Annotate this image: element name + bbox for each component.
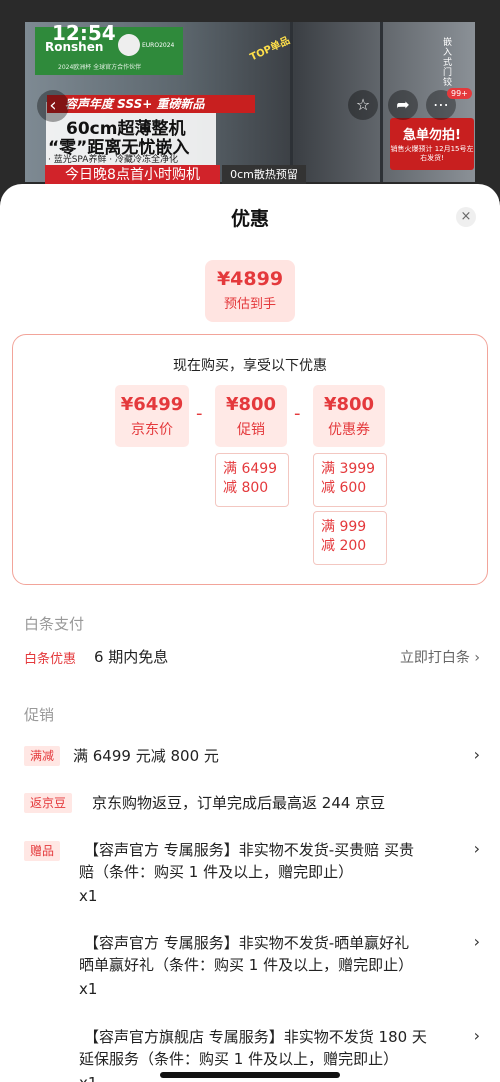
gift-line: 晒单赢好礼（条件：购买 1 件及以上，赠完即止）: [79, 956, 414, 974]
product-banner: 12:54 Ronshen EURO2024 2024欧洲杯 全球官方合作伙伴 …: [0, 0, 500, 200]
reduce-text: 满 6499 元减 800 元: [73, 747, 219, 765]
gift-line: 延保服务（条件：购买 1 件及以上，赠完即止）: [79, 1050, 399, 1068]
close-button[interactable]: ×: [456, 207, 476, 227]
reduce-tag: 满减: [24, 746, 61, 766]
live-sale-bar: 今日晚8点首小时购机: [45, 165, 220, 185]
condition-discount: 减 600: [321, 480, 367, 496]
baitiao-section-title: 白条支付: [24, 615, 85, 633]
close-icon: ×: [460, 209, 472, 224]
gift-line: 【容声官方 专属服务】非实物不发货-买贵赔 买贵: [84, 841, 414, 859]
condition-discount: 减 200: [321, 538, 367, 554]
urgent-badge: 急单勿拍! 销售火爆预计 12月15号左右发货!: [390, 118, 474, 170]
baitiao-text: 6 期内免息: [94, 648, 169, 666]
gift-qty: x1: [79, 1074, 97, 1082]
jd-price-label: 京东价: [131, 422, 173, 438]
star-icon: ☆: [355, 95, 371, 114]
minus-sign: -: [294, 403, 301, 424]
estimated-price-box: ¥4899 预估到手: [205, 260, 295, 322]
share-icon: ➦: [396, 95, 410, 114]
gift-line: 赔（条件：购买 1 件及以上，赠完即止）: [79, 863, 354, 881]
promo-row-reduce[interactable]: 满减 满 6499 元减 800 元 ›: [24, 745, 480, 769]
coupon-box: ¥800 优惠券: [313, 385, 385, 447]
gift-row[interactable]: 【容声官方 专属服务】非实物不发货-晒单赢好礼 晒单赢好礼（条件：购买 1 件及…: [24, 932, 480, 1002]
brand-subtitle: 2024欧洲杯 全球官方合作伙伴: [58, 64, 142, 71]
gift-row[interactable]: 赠品 【容声官方 专属服务】非实物不发货-买贵赔 买贵 赔（条件：购买 1 件及…: [24, 839, 480, 909]
jd-price-box: ¥6499 京东价: [115, 385, 189, 447]
euro-label: EURO2024: [142, 42, 175, 49]
promo-value: ¥800: [225, 394, 277, 415]
brand-logo: Ronshen: [45, 40, 104, 54]
condition-threshold: 满 6499: [223, 461, 278, 477]
side-tag: 嵌入式门铰: [443, 38, 453, 88]
euro-logo-icon: [118, 34, 140, 56]
beans-text: 京东购物返豆，订单完成后最高返 244 京豆: [92, 794, 386, 812]
coupon-condition: 满 3999 减 600: [313, 453, 387, 507]
share-button[interactable]: ➦: [388, 90, 418, 120]
promo-label: 促销: [237, 422, 265, 438]
breakdown-title: 现在购买，享受以下优惠: [173, 358, 327, 374]
gift-tag: 赠品: [24, 841, 61, 861]
chevron-right-icon: ›: [473, 745, 480, 764]
urgent-title: 急单勿拍!: [403, 128, 461, 143]
estimated-price: ¥4899: [216, 268, 284, 290]
coupon-value: ¥800: [323, 394, 375, 415]
discount-sheet: 优惠 × ¥4899 预估到手 现在购买，享受以下优惠 ¥6499 京东价 - …: [0, 184, 500, 1082]
minus-sign: -: [196, 403, 203, 424]
estimated-label: 预估到手: [223, 297, 276, 312]
gift-line: 【容声官方 专属服务】非实物不发货-晒单赢好礼: [84, 934, 410, 952]
baitiao-tag: 白条优惠: [24, 652, 77, 667]
promo-row-beans: 返京豆 京东购物返豆，订单完成后最高返 244 京豆: [24, 792, 480, 816]
promo-section-title: 促销: [24, 706, 55, 724]
favorite-button[interactable]: ☆: [348, 90, 378, 120]
promo-condition: 满 6499 减 800: [215, 453, 289, 507]
urgent-sub: 销售火爆预计 12月15号左右发货!: [390, 145, 474, 162]
baitiao-link[interactable]: 立即打白条 ›: [400, 647, 480, 667]
beans-tag: 返京豆: [24, 793, 73, 813]
chevron-right-icon: ›: [473, 839, 480, 858]
fridge-door-line: [290, 22, 293, 182]
cooling-tag: 0cm散热预留: [222, 165, 306, 185]
condition-threshold: 满 3999: [321, 461, 376, 477]
condition-threshold: 满 999: [321, 519, 367, 535]
promo-features: · 蓝光SPA养鲜 · 冷藏冷冻全净化: [48, 155, 179, 165]
coupon-label: 优惠券: [328, 422, 370, 438]
home-indicator[interactable]: [160, 1072, 340, 1078]
chevron-right-icon: ›: [473, 1026, 480, 1045]
gift-qty: x1: [79, 887, 98, 905]
baitiao-row[interactable]: 白条优惠 6 期内免息 立即打白条 ›: [24, 646, 480, 670]
coupon-condition: 满 999 减 200: [313, 511, 387, 565]
promo-red-label: 容声年度 SSS+ 重磅新品: [47, 95, 255, 113]
cart-badge: 99+: [447, 88, 472, 99]
chevron-left-icon: ‹: [49, 95, 57, 116]
more-icon: ⋯: [433, 95, 449, 114]
gift-qty: x1: [79, 980, 98, 998]
fridge-door-line: [380, 22, 383, 182]
sheet-title: 优惠: [230, 208, 269, 230]
chevron-right-icon: ›: [473, 932, 480, 951]
condition-discount: 减 800: [223, 480, 269, 496]
promo-box: ¥800 促销: [215, 385, 287, 447]
price-breakdown: 现在购买，享受以下优惠 ¥6499 京东价 - ¥800 促销 - ¥800 优…: [12, 334, 488, 585]
back-button[interactable]: ‹: [37, 90, 69, 122]
gift-line: 【容声官方旗舰店 专属服务】非实物不发货 180 天: [84, 1028, 427, 1046]
jd-price-value: ¥6499: [120, 394, 184, 415]
